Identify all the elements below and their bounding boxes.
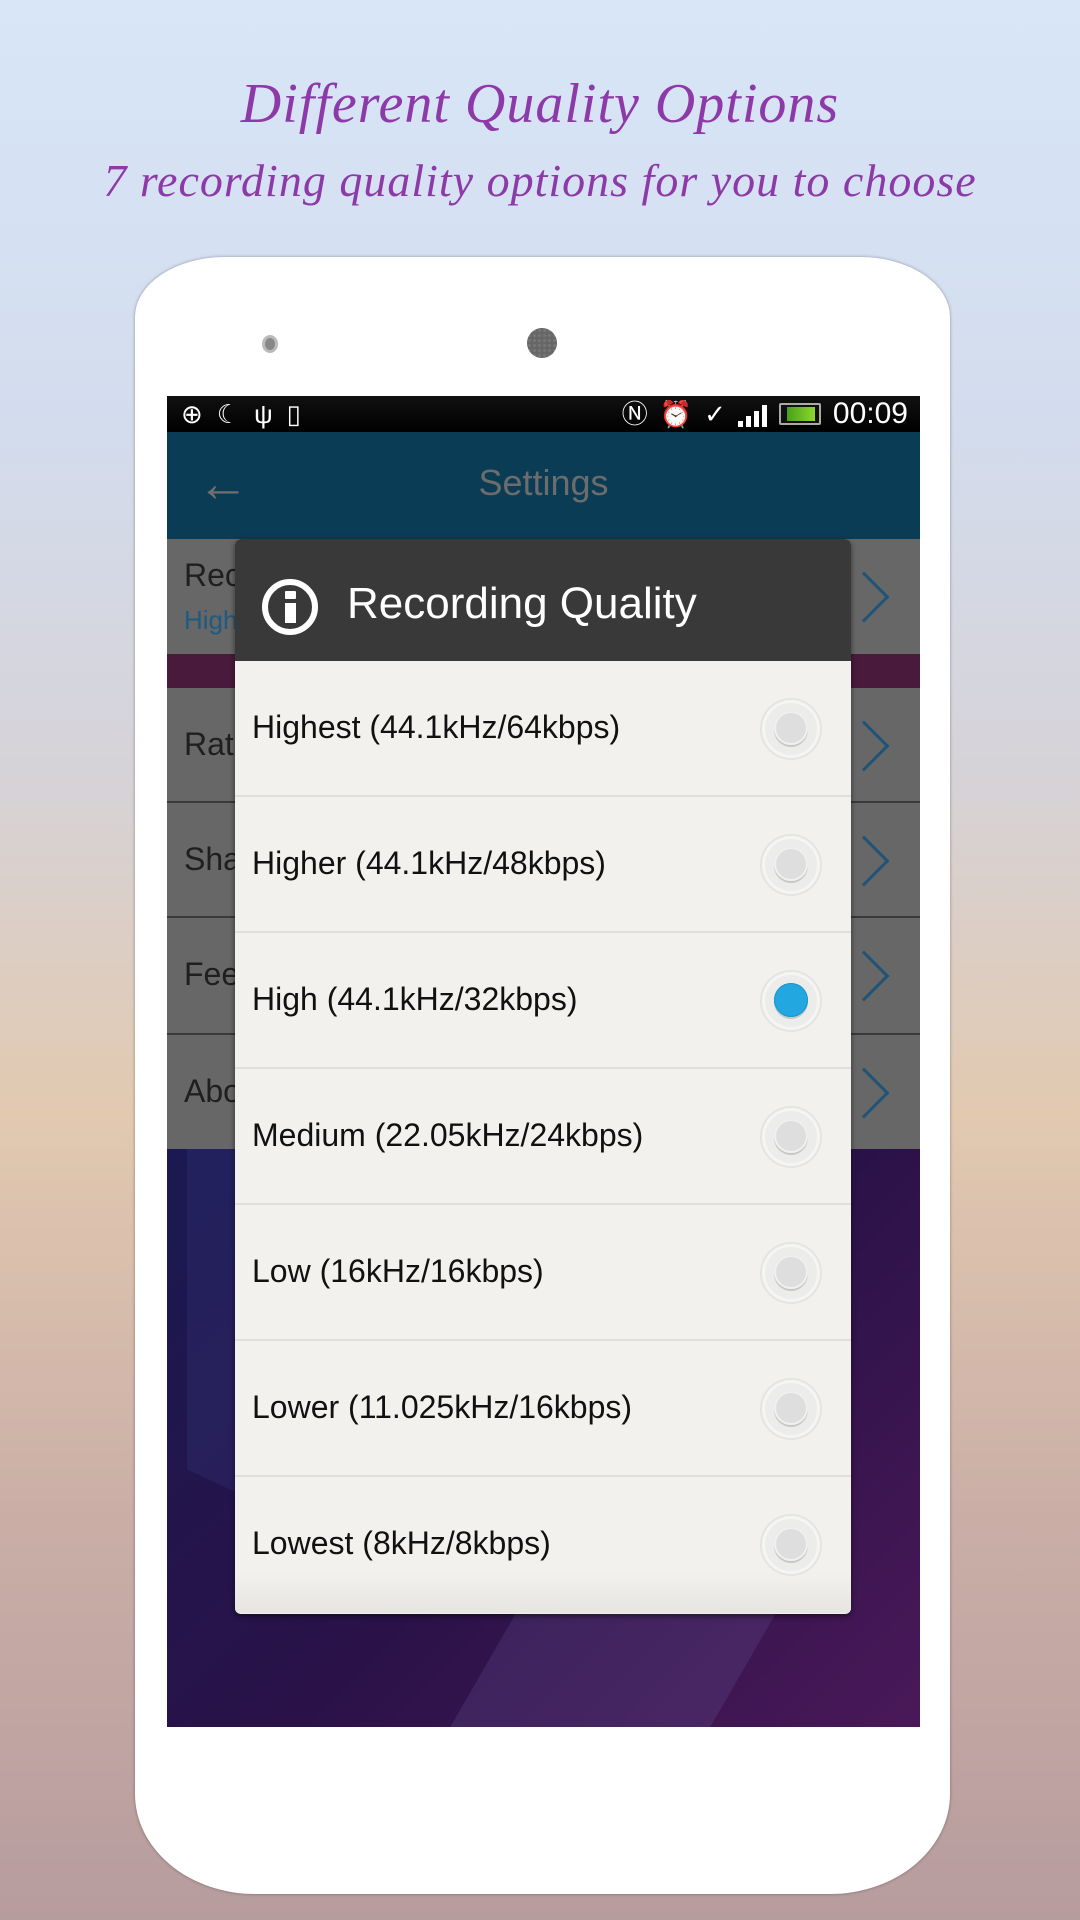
status-time: 00:09 <box>832 397 908 430</box>
radio-button[interactable] <box>762 1380 820 1438</box>
radio-button[interactable] <box>762 1516 820 1574</box>
signal-icon <box>737 401 767 427</box>
radio-button-selected[interactable] <box>762 972 820 1030</box>
quality-option-medium[interactable]: Medium (22.05kHz/24kbps) <box>235 1069 851 1205</box>
app-bar: ← Settings <box>167 432 920 539</box>
option-label: Lowest (8kHz/8kbps) <box>252 1525 551 1561</box>
option-label: Low (16kHz/16kbps) <box>252 1253 544 1289</box>
radio-button[interactable] <box>762 700 820 758</box>
dialog-title: Recording Quality <box>347 579 697 628</box>
promo-subtitle: 7 recording quality options for you to c… <box>103 155 977 206</box>
option-label: Highest (44.1kHz/64kbps) <box>252 709 621 745</box>
proximity-sensor-icon <box>262 335 278 353</box>
status-bar: ⊕ ☾ ψ ▯ Ⓝ ⏰ ✓ 00:09 <box>167 396 920 432</box>
settings-item-value: High <box>184 605 238 635</box>
quality-option-highest[interactable]: Highest (44.1kHz/64kbps) <box>235 661 851 797</box>
option-label: Medium (22.05kHz/24kbps) <box>252 1117 644 1153</box>
recording-quality-dialog: Recording Quality Highest (44.1kHz/64kbp… <box>235 539 851 1614</box>
info-icon <box>262 579 318 635</box>
quality-option-higher[interactable]: Higher (44.1kHz/48kbps) <box>235 797 851 933</box>
settings-item-label: Rec <box>184 557 241 593</box>
dialog-header: Recording Quality <box>235 539 851 661</box>
radio-button[interactable] <box>762 836 820 894</box>
quality-option-lower[interactable]: Lower (11.025kHz/16kbps) <box>235 1341 851 1477</box>
option-label: Lower (11.025kHz/16kbps) <box>252 1389 633 1425</box>
earpiece-speaker-icon <box>527 328 557 358</box>
option-label: Higher (44.1kHz/48kbps) <box>252 845 606 881</box>
settings-item-label: Sha <box>184 841 241 877</box>
quality-option-high[interactable]: High (44.1kHz/32kbps) <box>235 933 851 1069</box>
nfc-icon: Ⓝ <box>621 399 648 429</box>
alarm-icon: ⏰ <box>659 399 693 429</box>
download-sync-icon: ⊕ <box>181 399 203 429</box>
promo-title: Different Quality Options <box>240 73 840 135</box>
moon-icon: ☾ <box>216 399 241 429</box>
settings-item-label: Abo <box>184 1073 241 1109</box>
quality-option-lowest[interactable]: Lowest (8kHz/8kbps) <box>235 1477 851 1613</box>
radio-button[interactable] <box>762 1108 820 1166</box>
android-debug-icon: ▯ <box>286 399 301 429</box>
page-title: Settings <box>478 462 609 503</box>
usb-icon: ψ <box>254 399 273 429</box>
quality-option-low[interactable]: Low (16kHz/16kbps) <box>235 1205 851 1341</box>
option-label: High (44.1kHz/32kbps) <box>252 981 578 1017</box>
battery-charging-icon <box>778 403 821 425</box>
sync-check-icon: ✓ <box>704 399 726 429</box>
radio-button[interactable] <box>762 1244 820 1302</box>
settings-item-label: Fee <box>184 956 240 992</box>
settings-item-label: Rat <box>184 726 234 762</box>
